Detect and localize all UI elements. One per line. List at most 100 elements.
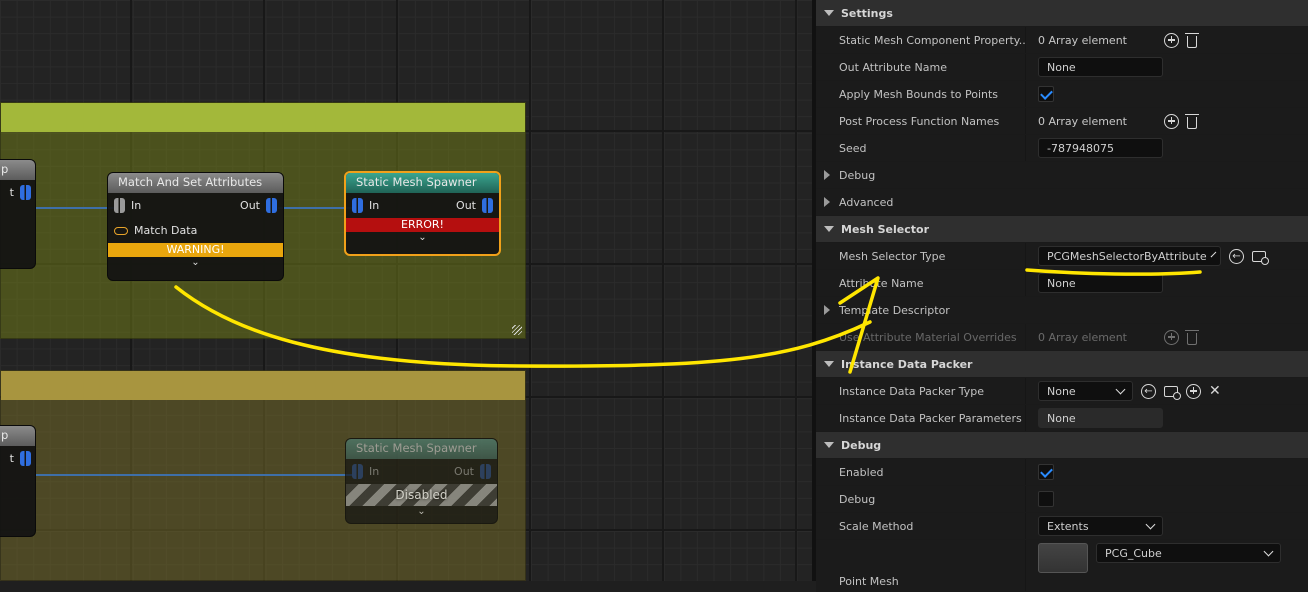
- collapse-arrow-icon: [824, 170, 830, 180]
- out-pin-label: Out: [240, 199, 260, 212]
- property-row: Post Process Function Names 0 Array elem…: [816, 108, 1308, 135]
- in-pin-label: In: [369, 199, 380, 212]
- property-row: Static Mesh Component Property... 0 Arra…: [816, 27, 1308, 54]
- mesh-thumbnail[interactable]: [1038, 543, 1088, 573]
- category-label: Mesh Selector: [841, 222, 929, 236]
- cut-off-node-bottom[interactable]: p t: [0, 425, 36, 537]
- chevron-down-icon: [1263, 546, 1274, 556]
- in-pin-label: In: [369, 465, 380, 478]
- category-settings[interactable]: Settings: [816, 0, 1308, 27]
- wire[interactable]: [278, 207, 354, 209]
- add-element-icon[interactable]: [1164, 113, 1179, 129]
- scale-method-dropdown[interactable]: Extents: [1038, 516, 1163, 536]
- node-title: Match And Set Attributes: [108, 173, 283, 193]
- out-pin-icon[interactable]: [20, 185, 31, 200]
- property-row: Seed -787948075: [816, 135, 1308, 162]
- out-pin-icon[interactable]: [20, 451, 31, 466]
- add-icon[interactable]: [1186, 383, 1201, 399]
- property-row: Apply Mesh Bounds to Points: [816, 81, 1308, 108]
- category-mesh-selector[interactable]: Mesh Selector: [816, 216, 1308, 243]
- resize-grip[interactable]: [512, 325, 522, 335]
- details-panel: Settings Static Mesh Component Property.…: [812, 0, 1308, 592]
- wire[interactable]: [36, 474, 352, 476]
- property-row: Instance Data Packer Parameters None: [816, 405, 1308, 432]
- node-title: Static Mesh Spawner: [346, 173, 499, 193]
- property-label: Post Process Function Names: [816, 108, 1026, 134]
- property-label: Static Mesh Component Property...: [816, 27, 1026, 53]
- wire[interactable]: [36, 207, 116, 209]
- mesh-selector-type-dropdown[interactable]: PCGMeshSelectorByAttribute: [1038, 246, 1221, 266]
- in-pin-label: In: [131, 199, 142, 212]
- property-row: Scale Method Extents: [816, 513, 1308, 540]
- use-selected-icon[interactable]: ←: [1229, 248, 1244, 264]
- chevron-down-icon[interactable]: ⌄: [108, 257, 283, 271]
- comment-box-top-header[interactable]: [1, 103, 525, 132]
- debug-checkbox[interactable]: [1038, 491, 1054, 507]
- expand-arrow-icon: [824, 361, 834, 367]
- add-element-icon[interactable]: [1164, 329, 1179, 345]
- property-label: Enabled: [816, 459, 1026, 485]
- out-pin-label: Out: [456, 199, 476, 212]
- use-selected-icon[interactable]: ←: [1141, 383, 1156, 399]
- property-label: Instance Data Packer Parameters: [816, 405, 1026, 431]
- category-label: Instance Data Packer: [841, 357, 973, 371]
- property-label: Out Attribute Name: [816, 54, 1026, 80]
- expand-arrow-icon: [824, 442, 834, 448]
- property-group-debug[interactable]: Debug: [816, 162, 1308, 189]
- out-pin-label: t: [9, 186, 14, 199]
- chevron-down-icon[interactable]: ⌄: [346, 232, 499, 246]
- chevron-down-icon: [1210, 251, 1216, 257]
- attribute-name-field[interactable]: None: [1038, 273, 1163, 293]
- apply-mesh-bounds-checkbox[interactable]: [1038, 86, 1054, 102]
- out-pin-label: t: [9, 452, 14, 465]
- property-label: Instance Data Packer Type: [816, 378, 1026, 404]
- property-row: Attribute Name None: [816, 270, 1308, 297]
- point-mesh-dropdown[interactable]: PCG_Cube: [1096, 543, 1281, 563]
- static-mesh-spawner-disabled-node[interactable]: Static Mesh Spawner In Out Disabled ⌄: [345, 438, 498, 524]
- match-data-pin-icon[interactable]: [114, 226, 128, 235]
- pcg-graph-canvas[interactable]: p t Match And Set Attributes In Out Matc…: [0, 0, 812, 581]
- property-label: Mesh Selector Type: [816, 243, 1026, 269]
- cut-off-node-top[interactable]: p t: [0, 159, 36, 269]
- in-pin-icon[interactable]: [114, 198, 125, 213]
- property-row: Use Attribute Material Overrides 0 Array…: [816, 324, 1308, 351]
- trash-icon[interactable]: [1185, 113, 1199, 129]
- array-count: 0 Array element: [1038, 330, 1127, 344]
- property-label: Debug: [816, 486, 1026, 512]
- trash-icon[interactable]: [1185, 32, 1199, 48]
- array-count: 0 Array element: [1038, 33, 1127, 47]
- dropdown-value: PCG_Cube: [1105, 546, 1162, 560]
- browse-icon[interactable]: [1164, 385, 1181, 400]
- out-pin-icon[interactable]: [266, 198, 277, 213]
- property-label: Debug: [839, 168, 876, 182]
- in-pin-icon[interactable]: [352, 464, 363, 479]
- seed-field[interactable]: -787948075: [1038, 138, 1163, 158]
- property-label: Scale Method: [816, 513, 1026, 539]
- property-group-template-descriptor[interactable]: Template Descriptor: [816, 297, 1308, 324]
- node-title: Static Mesh Spawner: [346, 439, 497, 459]
- disabled-badge: Disabled: [346, 484, 497, 506]
- category-instance-data-packer[interactable]: Instance Data Packer: [816, 351, 1308, 378]
- category-debug[interactable]: Debug: [816, 432, 1308, 459]
- node-title: p: [0, 426, 35, 446]
- match-and-set-attributes-node[interactable]: Match And Set Attributes In Out Match Da…: [107, 172, 284, 281]
- expand-arrow-icon: [824, 226, 834, 232]
- property-group-advanced[interactable]: Advanced: [816, 189, 1308, 216]
- in-pin-icon[interactable]: [352, 198, 363, 213]
- property-row: Out Attribute Name None: [816, 54, 1308, 81]
- out-pin-icon[interactable]: [482, 198, 493, 213]
- trash-icon[interactable]: [1185, 329, 1199, 345]
- instance-data-packer-parameters-field[interactable]: None: [1038, 408, 1163, 428]
- out-pin-icon[interactable]: [480, 464, 491, 479]
- comment-box-bottom-header[interactable]: [1, 371, 525, 400]
- property-row: Instance Data Packer Type None ← ✕: [816, 378, 1308, 405]
- out-attribute-name-field[interactable]: None: [1038, 57, 1163, 77]
- clear-icon[interactable]: ✕: [1209, 383, 1221, 399]
- dropdown-value: PCGMeshSelectorByAttribute: [1047, 249, 1207, 263]
- static-mesh-spawner-node[interactable]: Static Mesh Spawner In Out ERROR! ⌄: [344, 171, 501, 256]
- instance-data-packer-type-dropdown[interactable]: None: [1038, 381, 1133, 401]
- debug-enabled-checkbox[interactable]: [1038, 464, 1054, 480]
- chevron-down-icon[interactable]: ⌄: [346, 506, 497, 520]
- browse-icon[interactable]: [1252, 250, 1269, 265]
- add-element-icon[interactable]: [1164, 32, 1179, 48]
